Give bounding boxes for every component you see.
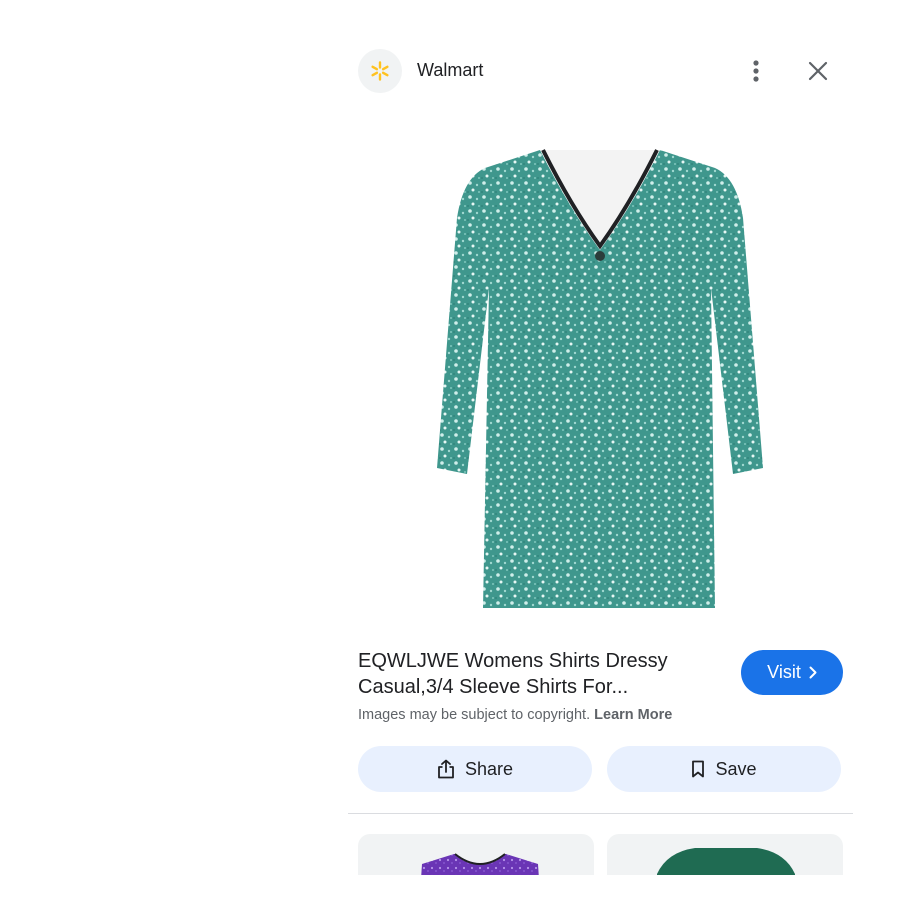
- visit-label: Visit: [767, 662, 801, 682]
- source-logo[interactable]: [358, 49, 402, 93]
- green-top-thumbnail: [657, 848, 795, 875]
- learn-more-link[interactable]: Learn More: [594, 707, 672, 723]
- divider: [348, 813, 853, 814]
- image-preview-panel: Walmart EQWLJWE Womens Shirts Dressy Cas…: [345, 0, 855, 875]
- close-icon: [808, 61, 828, 81]
- background-results-area: [0, 0, 345, 900]
- close-button[interactable]: [803, 56, 833, 86]
- share-icon: [437, 759, 455, 779]
- preview-header: Walmart: [345, 48, 855, 94]
- copyright-notice: Images may be subject to copyright. Lear…: [358, 707, 672, 723]
- copyright-text: Images may be subject to copyright.: [358, 707, 591, 723]
- page: Walmart EQWLJWE Womens Shirts Dressy Cas…: [0, 0, 900, 900]
- more-options-button[interactable]: [743, 54, 769, 88]
- save-label: Save: [715, 758, 757, 779]
- share-button[interactable]: Share: [358, 746, 592, 792]
- product-image[interactable]: [425, 138, 775, 618]
- more-vert-icon: [753, 60, 759, 82]
- product-title[interactable]: EQWLJWE Womens Shirts Dressy Casual,3/4 …: [358, 648, 728, 700]
- source-name[interactable]: Walmart: [417, 60, 483, 81]
- share-label: Share: [464, 758, 514, 779]
- save-button[interactable]: Save: [607, 746, 841, 792]
- walmart-spark-logo: [371, 61, 389, 81]
- bookmark-icon: [691, 760, 705, 778]
- sequin-top-illustration: [437, 149, 763, 608]
- chevron-right-icon: [809, 666, 817, 679]
- related-image-card[interactable]: [607, 834, 843, 875]
- related-image-card[interactable]: [358, 834, 594, 875]
- visit-button[interactable]: Visit: [741, 650, 843, 695]
- purple-sequin-top-thumbnail: [421, 853, 539, 875]
